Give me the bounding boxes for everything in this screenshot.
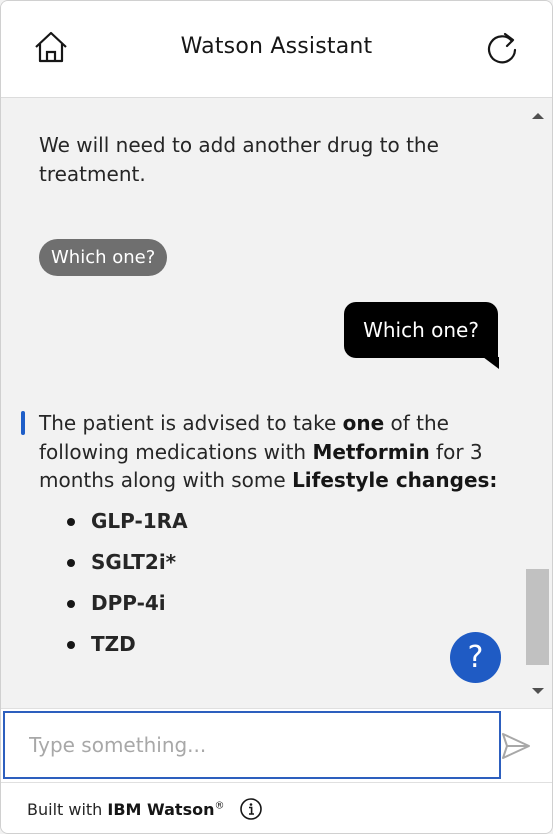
- list-item: DPP-4i: [67, 589, 188, 630]
- list-item: GLP-1RA: [67, 507, 188, 548]
- bot-text-bold: one: [342, 411, 385, 435]
- restart-icon: [487, 32, 517, 64]
- quick-reply-button[interactable]: Which one?: [39, 239, 168, 276]
- help-button[interactable]: ?: [450, 632, 501, 683]
- list-item: TZD: [67, 630, 188, 671]
- bot-text-bold: Lifestyle changes:: [292, 468, 498, 492]
- send-icon: [502, 733, 530, 759]
- user-bubble-tail: [483, 357, 499, 369]
- caret-down-icon: [532, 688, 544, 694]
- footer-attribution: Built with IBM Watson®: [27, 800, 224, 819]
- footer-brand: IBM Watson: [107, 800, 215, 819]
- window-title: Watson Assistant: [180, 34, 373, 59]
- restart-button[interactable]: [482, 28, 522, 68]
- bot-message-rich: The patient is advised to take one of th…: [39, 409, 509, 495]
- medication-list: GLP-1RA SGLT2i* DPP-4i TZD: [67, 507, 188, 671]
- footer: Built with IBM Watson®: [1, 782, 552, 833]
- bot-message: We will need to add another drug to the …: [39, 133, 439, 186]
- message-list[interactable]: We will need to add another drug to the …: [1, 98, 552, 708]
- footer-registered: ®: [214, 800, 225, 812]
- scroll-up-arrow[interactable]: [528, 108, 548, 124]
- bot-text-bold: Metformin: [312, 439, 430, 464]
- message-input[interactable]: [3, 711, 501, 779]
- bot-text-part: The patient is advised to take: [39, 411, 343, 435]
- send-button[interactable]: [499, 729, 533, 763]
- user-message: Which one?: [344, 302, 498, 358]
- scroll-down-arrow[interactable]: [528, 683, 548, 699]
- assistant-window: Watson Assistant We will need to add ano…: [0, 0, 553, 834]
- input-row: [1, 708, 552, 782]
- caret-up-icon: [532, 113, 544, 119]
- header: Watson Assistant: [1, 1, 552, 98]
- bot-message-accent: [21, 411, 25, 435]
- scrollbar-thumb[interactable]: [526, 569, 549, 665]
- info-button[interactable]: [239, 797, 263, 821]
- info-icon: [240, 798, 262, 820]
- footer-prefix: Built with: [27, 800, 108, 819]
- list-item: SGLT2i*: [67, 548, 188, 589]
